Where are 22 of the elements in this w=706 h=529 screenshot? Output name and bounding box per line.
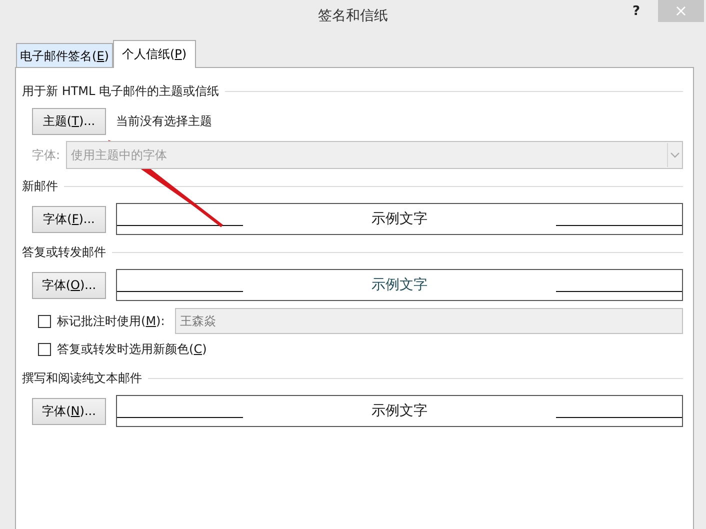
theme-status: 当前没有选择主题 bbox=[116, 113, 212, 130]
font-label: 字体: bbox=[32, 146, 60, 164]
font-button[interactable]: 字体(N)... bbox=[32, 398, 106, 424]
help-button[interactable]: ? bbox=[628, 4, 644, 19]
tab[interactable]: 个人信纸(P) bbox=[112, 40, 196, 68]
tab[interactable]: 电子邮件签名(E) bbox=[16, 43, 113, 67]
checkbox-label[interactable]: 标记批注时使用(M): bbox=[57, 312, 165, 330]
chevron-down-icon bbox=[670, 152, 680, 158]
checkbox[interactable] bbox=[38, 342, 51, 356]
window-title: 签名和信纸 bbox=[318, 7, 388, 25]
font-button[interactable]: 字体(O)... bbox=[32, 272, 106, 298]
theme-button[interactable]: 主题(T)... bbox=[32, 108, 106, 135]
font-button[interactable]: 字体(F)... bbox=[32, 206, 106, 232]
section-title: 撰写和阅读纯文本邮件 bbox=[22, 370, 142, 386]
sample-text: 示例文字 bbox=[372, 210, 428, 228]
checkbox-label[interactable]: 答复或转发时选用新颜色(C) bbox=[57, 340, 207, 358]
sample-text: 示例文字 bbox=[372, 276, 428, 294]
section-title: 用于新 HTML 电子邮件的主题或信纸 bbox=[22, 82, 220, 100]
checkbox[interactable] bbox=[38, 314, 51, 328]
section-title: 新邮件 bbox=[22, 178, 58, 194]
section-title: 答复或转发邮件 bbox=[22, 244, 106, 260]
sample-text: 示例文字 bbox=[372, 402, 428, 420]
